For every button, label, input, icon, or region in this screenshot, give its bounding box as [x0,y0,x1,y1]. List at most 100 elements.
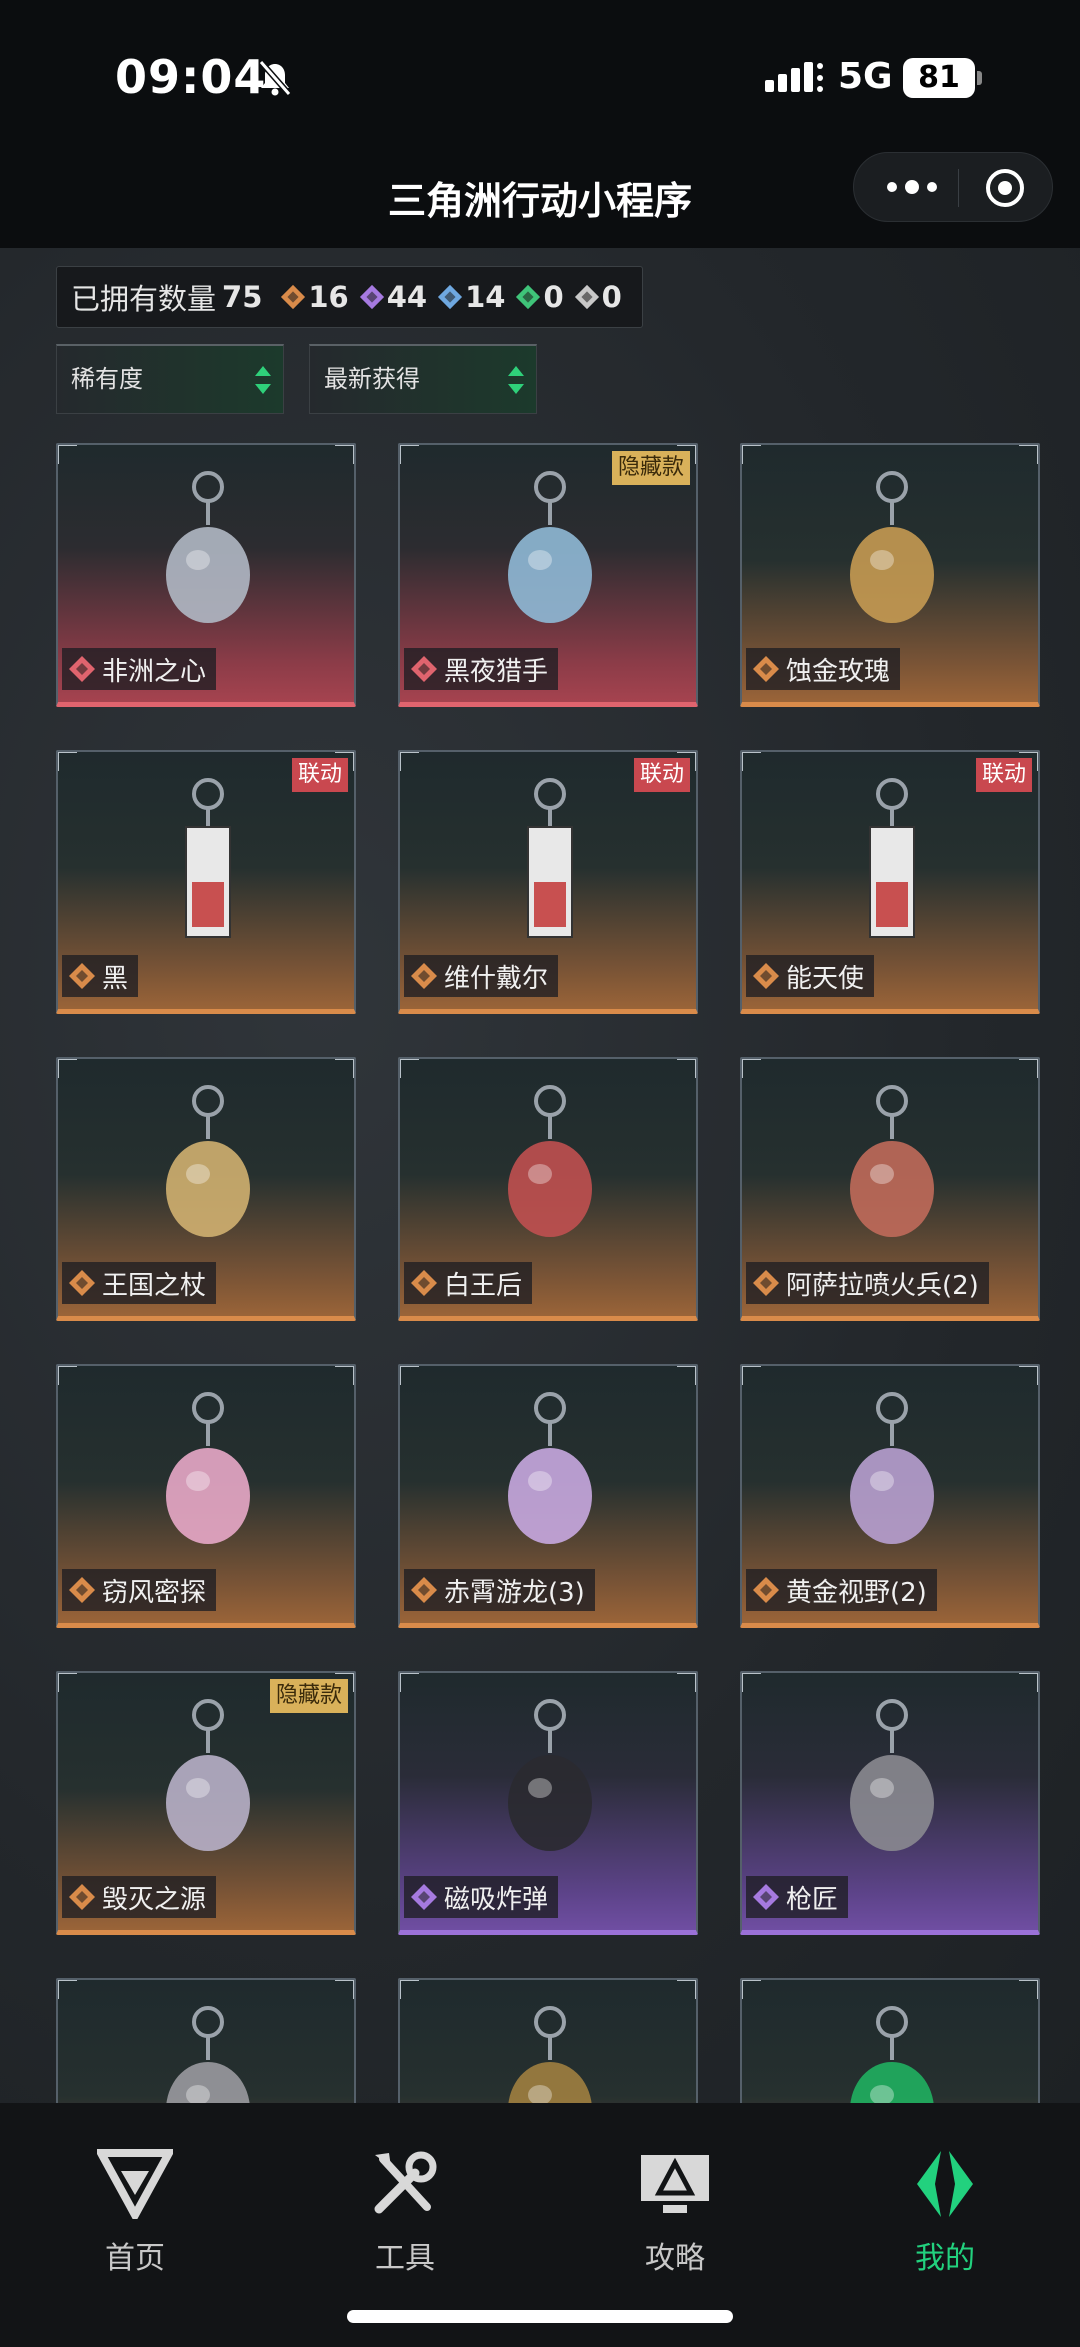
keychain-icon [166,2006,250,2103]
owned-label: 已拥有数量 [71,282,217,316]
item-card[interactable]: 赤霄游龙(3) [398,1364,698,1628]
item-card[interactable]: 蚀金玫瑰 [740,443,1040,707]
item-name: 黑夜猎手 [444,656,549,687]
golden-rose-keychain-icon [850,471,934,623]
item-name: 维什戴尔 [444,963,549,994]
rarity-diamond-icon [753,656,779,682]
item-card[interactable]: 磁吸炸弹 [398,1671,698,1935]
card-keychain-icon [869,778,915,938]
rabbit-spy-keychain-icon [166,1392,250,1544]
home-indicator[interactable] [347,2310,733,2323]
rarity-count: 0 [601,280,622,314]
rarity-diamond-icon [753,1884,779,1910]
sort-arrows-icon [508,366,524,394]
guide-monitor-icon [641,2155,709,2213]
item-name: 阿萨拉喷火兵(2) [786,1270,979,1301]
rarity-stat: 0 [574,280,622,314]
item-card[interactable]: 枪匠 [740,1671,1040,1935]
rarity-count: 44 [386,280,428,314]
item-card[interactable]: 王国之杖 [56,1057,356,1321]
rarity-stats: 16 44 14 0 0 [280,280,631,314]
item-card[interactable]: 白王后 [398,1057,698,1321]
close-mini-program-icon[interactable] [984,167,1026,209]
status-bar: 09:04 5G 81 [0,0,1080,160]
item-name-tag: 维什戴尔 [404,955,559,997]
item-card[interactable]: 隐藏款黑夜猎手 [398,443,698,707]
tab-tools-label: 工具 [375,2241,435,2276]
tab-guides-label: 攻略 [645,2241,705,2276]
sort-arrows-icon [255,366,271,394]
rarity-diamond-icon [69,1577,95,1603]
king-figure-keychain-icon [166,1085,250,1237]
rarity-diamond-icon [69,963,95,989]
owned-count: 75 [222,280,263,314]
item-card[interactable]: 隐藏款毁灭之源 [56,1671,356,1935]
card-keychain-icon [185,778,231,938]
sort-recent-dropdown[interactable]: 最新获得 [309,344,537,414]
item-name: 非洲之心 [102,656,207,687]
sort-rarity-dropdown[interactable]: 稀有度 [56,344,284,414]
rarity-stat: 44 [359,280,427,314]
dragon-figure-keychain-icon [508,1392,592,1544]
hidden-variant-badge: 隐藏款 [269,1679,348,1713]
capsule-divider [958,169,959,207]
item-card[interactable]: 窃风密探 [56,1364,356,1628]
item-card[interactable]: 联动维什戴尔 [398,750,698,1014]
item-name: 黄金视野(2) [786,1577,927,1608]
rarity-diamond-icon [69,656,95,682]
more-icon[interactable] [882,169,942,205]
item-name: 毁灭之源 [102,1884,207,1915]
flamethrower-figure-keychain-icon [850,1085,934,1237]
rarity-count: 0 [543,280,564,314]
rarity-diamond-icon [753,963,779,989]
item-name-tag: 王国之杖 [62,1262,217,1304]
tools-icon [374,2151,437,2214]
item-card[interactable]: 非洲之心 [56,443,356,707]
wolf-figure-keychain-icon [508,471,592,623]
item-card[interactable]: 联动黑 [56,750,356,1014]
rarity-diamond-icon [438,284,463,310]
item-name: 蚀金玫瑰 [786,656,891,687]
item-card[interactable]: 阿萨拉喷火兵(2) [740,1057,1040,1321]
rarity-count: 16 [308,280,349,314]
collab-badge: 联动 [633,758,690,792]
tab-mine[interactable]: 我的 [865,2149,1025,2277]
item-name: 枪匠 [786,1884,839,1915]
keychain-icon [850,2006,934,2103]
hidden-variant-badge: 隐藏款 [611,451,690,485]
tab-home[interactable]: 首页 [55,2149,215,2277]
item-name: 磁吸炸弹 [444,1884,549,1915]
heart-crystal-keychain-icon [166,471,250,623]
item-name: 赤霄游龙(3) [444,1577,585,1608]
muted-bell-icon [258,60,292,96]
item-name-tag: 枪匠 [746,1876,849,1918]
tab-mine-label: 我的 [915,2241,975,2276]
rarity-diamond-icon [753,1577,779,1603]
rarity-diamond-icon [69,1270,95,1296]
item-card[interactable]: 黄金视野(2) [740,1364,1040,1628]
tab-tools[interactable]: 工具 [325,2149,485,2277]
home-logo-icon [97,2149,173,2219]
item-card[interactable] [56,1978,356,2103]
collab-badge: 联动 [975,758,1032,792]
item-name-tag: 毁灭之源 [62,1876,217,1918]
item-card[interactable]: 联动能天使 [740,750,1040,1014]
item-name-tag: 黄金视野(2) [746,1569,937,1611]
item-name-tag: 白王后 [404,1262,533,1304]
mini-program-capsule [853,152,1053,222]
rarity-diamond-icon [411,963,437,989]
item-card[interactable] [740,1978,1040,2103]
rarity-stat: 14 [437,280,505,314]
tab-guides[interactable]: 攻略 [595,2149,755,2277]
rarity-stat: 0 [515,280,564,314]
collection-content[interactable]: 已拥有数量 75 16 44 14 0 0 稀有度 最新获得 非洲之心 隐藏款 黑夜猎手 蚀金… [0,248,1080,2103]
rarity-diamond-icon [516,284,541,310]
item-name-tag: 能天使 [746,955,875,997]
card-keychain-icon [527,778,573,938]
queen-figure-keychain-icon [508,1085,592,1237]
item-name: 能天使 [786,963,865,994]
item-card[interactable] [398,1978,698,2103]
sort-rarity-label: 稀有度 [71,365,143,393]
mecha-dragon-keychain-icon [166,1699,250,1851]
profile-logo-icon [917,2151,973,2217]
